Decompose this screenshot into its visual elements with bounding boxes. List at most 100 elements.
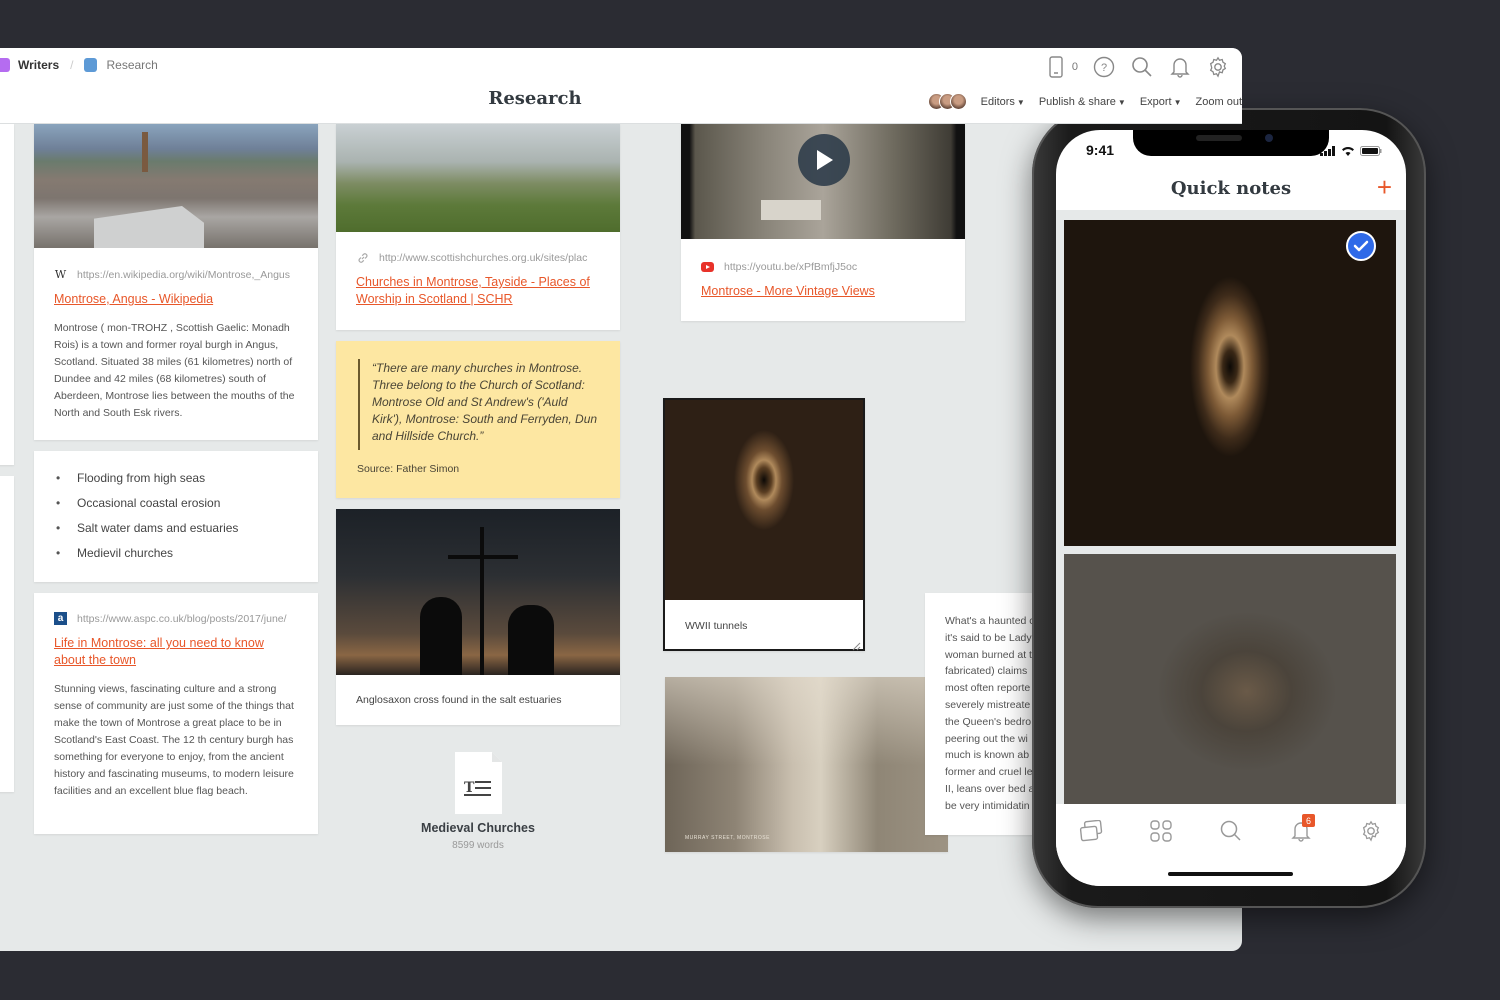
text-line: II, leans over bed a bbox=[945, 782, 1035, 795]
chevron-down-icon: ▼ bbox=[1117, 97, 1126, 107]
link-url-row: https://youtu.be/xPfBmfjJ5oc bbox=[701, 260, 945, 273]
quick-note-woman-image[interactable] bbox=[1064, 554, 1396, 804]
battery-icon bbox=[1360, 143, 1382, 161]
link-title[interactable]: Churches in Montrose, Tayside - Places o… bbox=[356, 274, 600, 308]
aspc-link-card[interactable]: a https://www.aspc.co.uk/blog/posts/2017… bbox=[34, 593, 318, 834]
cards-icon[interactable] bbox=[1076, 816, 1106, 846]
export-label: Export bbox=[1139, 95, 1172, 108]
toolbar-actions: Editors ▼ Publish & share ▼ Export ▼ Zoom o… bbox=[927, 93, 1242, 110]
video-link-card[interactable]: https://youtu.be/xPfBmfjJ5oc Montrose - … bbox=[681, 124, 965, 321]
cross-image-card[interactable]: Anglosaxon cross found in the salt estua… bbox=[336, 509, 620, 725]
link-title[interactable]: Montrose, Angus - Wikipedia bbox=[54, 291, 298, 308]
svg-text:?: ? bbox=[1101, 62, 1107, 74]
quote-bar bbox=[358, 359, 360, 450]
list-item: Salt water dams and estuaries bbox=[34, 516, 318, 541]
link-url: https://www.aspc.co.uk/blog/posts/2017/j… bbox=[77, 612, 287, 625]
quick-notes-title: Quick notes bbox=[1170, 178, 1292, 199]
editors-label: Editors bbox=[980, 95, 1015, 108]
list-item: Medievil churches bbox=[34, 541, 318, 566]
bullet-list: Flooding from high seas Occasional coast… bbox=[34, 466, 318, 566]
montrose-town-image bbox=[34, 124, 318, 248]
add-note-button[interactable]: + bbox=[1377, 174, 1392, 200]
breadcrumb-research[interactable]: Research bbox=[106, 58, 157, 72]
tunnels-image-card[interactable]: WWII tunnels bbox=[663, 398, 865, 651]
document-icon[interactable]: T bbox=[455, 752, 502, 814]
phone-mockup: 9:41 Quick notes + 6 bbox=[1032, 108, 1426, 908]
publish-share-menu[interactable]: Publish & share ▼ bbox=[1039, 96, 1126, 108]
home-indicator bbox=[1168, 872, 1293, 876]
chevron-down-icon: ▼ bbox=[1173, 97, 1182, 107]
notification-badge: 6 bbox=[1302, 814, 1315, 827]
field-image bbox=[336, 124, 620, 232]
gear-icon[interactable] bbox=[1206, 55, 1230, 79]
chevron-down-icon: ▼ bbox=[1016, 97, 1025, 107]
aspc-icon: a bbox=[54, 612, 67, 625]
churches-link-card[interactable]: http://www.scottishchurches.org.uk/sites… bbox=[336, 124, 620, 330]
breadcrumb-writers[interactable]: Writers bbox=[18, 58, 59, 72]
page-title: Research bbox=[488, 88, 582, 109]
quick-note-tunnel-image[interactable] bbox=[1064, 220, 1396, 546]
text-line: peering out the wi bbox=[945, 732, 1028, 745]
link-icon bbox=[356, 251, 369, 264]
writers-color-icon bbox=[0, 58, 10, 72]
link-url-row: a https://www.aspc.co.uk/blog/posts/2017… bbox=[54, 612, 298, 625]
editor-avatars[interactable] bbox=[927, 93, 967, 110]
avatar bbox=[949, 93, 967, 110]
text-line: woman burned at t bbox=[945, 648, 1032, 661]
help-icon[interactable]: ? bbox=[1092, 55, 1116, 79]
svg-text:T: T bbox=[464, 780, 475, 796]
link-description: Stunning views, fascinating culture and … bbox=[54, 683, 294, 797]
document-word-count: 8599 words bbox=[452, 840, 504, 851]
offscreen-card[interactable] bbox=[0, 476, 14, 792]
selected-check-icon[interactable] bbox=[1346, 231, 1376, 261]
haunted-text: What's a haunted c it's said to be Lady … bbox=[945, 613, 1035, 815]
phone-icon[interactable] bbox=[1044, 55, 1068, 79]
document-title[interactable]: Medieval Churches bbox=[378, 821, 578, 835]
text-line: the Queen's bedro bbox=[945, 715, 1032, 728]
bullet-list-card[interactable]: Flooding from high seas Occasional coast… bbox=[34, 451, 318, 582]
offscreen-card[interactable] bbox=[0, 124, 14, 465]
top-bar: Writers / Research Research 0 ? Editors … bbox=[0, 48, 1242, 124]
export-menu[interactable]: Export ▼ bbox=[1140, 96, 1182, 108]
resize-handle-icon[interactable] bbox=[852, 638, 861, 651]
toolbar-icons: 0 ? bbox=[1044, 55, 1230, 79]
tunnel-image bbox=[665, 400, 863, 600]
link-url-row: http://www.scottishchurches.org.uk/sites… bbox=[356, 251, 600, 264]
bell-icon[interactable] bbox=[1168, 55, 1192, 79]
vintage-street-video-thumb bbox=[681, 124, 965, 239]
gear-icon[interactable] bbox=[1356, 816, 1386, 846]
cross-image bbox=[336, 509, 620, 675]
publish-label: Publish & share bbox=[1038, 95, 1116, 108]
quick-notes-list bbox=[1056, 210, 1406, 804]
phone-notch bbox=[1133, 130, 1329, 156]
wikipedia-link-card[interactable]: W https://en.wikipedia.org/wiki/Montrose… bbox=[34, 124, 318, 440]
text-line: be very intimidatin bbox=[945, 799, 1030, 812]
editors-menu[interactable]: Editors ▼ bbox=[981, 96, 1025, 108]
signal-icon bbox=[1320, 143, 1336, 161]
research-color-icon bbox=[84, 58, 98, 72]
search-icon[interactable] bbox=[1216, 816, 1246, 846]
murray-street-postcard-image[interactable]: MURRAY STREET, MONTROSE bbox=[665, 677, 948, 852]
wifi-icon bbox=[1341, 143, 1355, 161]
breadcrumb-separator: / bbox=[70, 58, 74, 72]
zoom-out-button[interactable]: Zoom out bbox=[1196, 96, 1242, 108]
text-line: former and cruel le bbox=[945, 766, 1033, 779]
text-line: What's a haunted c bbox=[945, 615, 1035, 627]
postcard-caption: MURRAY STREET, MONTROSE bbox=[685, 835, 770, 841]
quote-card[interactable]: “There are many churches in Montrose. Th… bbox=[336, 341, 620, 498]
text-line: severely mistreate bbox=[945, 698, 1031, 711]
text-line: it's said to be Lady bbox=[945, 631, 1032, 644]
text-line: most often reporte bbox=[945, 682, 1031, 695]
link-title[interactable]: Montrose - More Vintage Views bbox=[701, 283, 945, 300]
wikipedia-icon: W bbox=[54, 268, 67, 281]
notifications-icon[interactable]: 6 bbox=[1286, 814, 1316, 846]
status-time: 9:41 bbox=[1086, 142, 1115, 158]
link-title[interactable]: Life in Montrose: all you need to know a… bbox=[54, 635, 298, 669]
play-button[interactable] bbox=[798, 134, 850, 186]
grid-icon[interactable] bbox=[1146, 816, 1176, 846]
link-url-row: W https://en.wikipedia.org/wiki/Montrose… bbox=[54, 268, 298, 281]
link-url: http://www.scottishchurches.org.uk/sites… bbox=[379, 251, 588, 264]
search-icon[interactable] bbox=[1130, 55, 1154, 79]
text-line: fabricated) claims bbox=[945, 665, 1028, 678]
text-line: much is known ab bbox=[945, 749, 1030, 762]
